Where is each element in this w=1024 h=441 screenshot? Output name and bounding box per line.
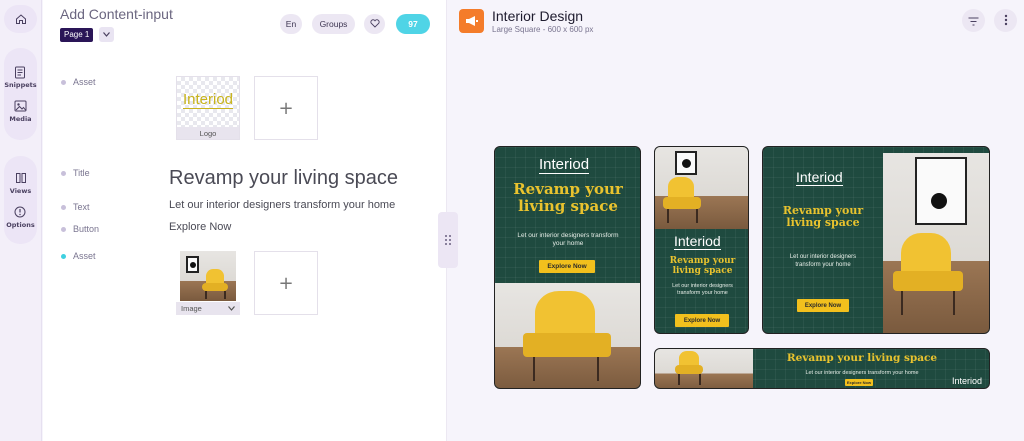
ad-cta-button: Explore Now xyxy=(797,299,849,312)
left-rail: Snippets Media Views Options xyxy=(0,0,42,441)
add-image-button[interactable]: + xyxy=(254,251,318,315)
media-icon xyxy=(14,99,28,113)
language-button[interactable]: En xyxy=(280,14,302,34)
field-title[interactable]: Title xyxy=(61,168,90,178)
image-thumbnail[interactable]: Image xyxy=(176,251,240,315)
title-value[interactable]: Revamp your living space xyxy=(169,167,398,190)
field-label: Button xyxy=(73,224,100,234)
chevron-down-icon xyxy=(228,304,235,313)
text-value[interactable]: Let our interior designers transform you… xyxy=(169,199,395,211)
ad-headline: Revamp your living space xyxy=(786,352,938,364)
filter-button[interactable] xyxy=(962,9,985,32)
logo-caption: Logo xyxy=(177,127,239,139)
chair-illustration xyxy=(523,291,613,387)
chevron-down-icon xyxy=(103,30,110,39)
home-button[interactable] xyxy=(4,5,37,33)
field-label: Title xyxy=(73,168,90,178)
ad-headline: Revamp your living space xyxy=(782,204,864,230)
favorite-button[interactable] xyxy=(364,14,385,34)
campaign-icon xyxy=(459,9,484,33)
views-label: Views xyxy=(9,187,32,195)
chair-illustration xyxy=(202,269,230,299)
ad-preview-banner[interactable]: Revamp your living space Let our interio… xyxy=(654,348,990,389)
add-asset-button[interactable]: + xyxy=(254,76,318,140)
ad-photo xyxy=(655,147,748,229)
rail-group-layout: Views Options xyxy=(4,156,37,244)
ad-logo: Interiod xyxy=(674,233,721,250)
count-badge[interactable]: 97 xyxy=(396,14,430,34)
snippets-button[interactable]: Snippets xyxy=(4,65,37,89)
panel-resize-handle[interactable] xyxy=(438,212,458,268)
field-label: Asset xyxy=(73,251,96,261)
page-selector[interactable]: Page 1 xyxy=(60,28,94,42)
snippets-label: Snippets xyxy=(4,81,37,89)
options-button[interactable]: Options xyxy=(6,205,35,229)
preview-title: Interior Design xyxy=(492,8,584,24)
logo-thumbnail[interactable]: Interiod Logo xyxy=(176,76,240,140)
field-dot-active xyxy=(61,253,66,259)
preview-size-label: Large Square - 600 x 600 px xyxy=(492,25,594,34)
ad-cta-button: Explore Now xyxy=(539,260,595,273)
ad-body-text: Let our interior designers transform you… xyxy=(517,232,619,248)
views-icon xyxy=(14,171,28,185)
content-editor-panel: Add Content-input Page 1 En Groups 97 As… xyxy=(43,0,447,441)
ad-logo: Interiod xyxy=(539,156,590,174)
button-value[interactable]: Explore Now xyxy=(169,221,231,233)
field-asset-image[interactable]: Asset xyxy=(61,251,96,261)
ad-logo: Interiod xyxy=(952,376,983,386)
views-button[interactable]: Views xyxy=(10,171,31,195)
ad-body-text: Let our interior designers transform you… xyxy=(672,283,733,296)
field-dot xyxy=(61,226,66,232)
image-caption: Image xyxy=(181,304,202,313)
ad-body-text: Let our interior designers transform you… xyxy=(789,254,857,268)
field-asset-logo[interactable]: Asset xyxy=(61,77,96,87)
logo-thumb-text: Interiod xyxy=(182,91,234,109)
chair-illustration xyxy=(663,177,703,225)
media-label: Media xyxy=(9,115,32,123)
ad-cta-button: Explore Now xyxy=(845,379,873,386)
chair-illustration xyxy=(675,351,705,387)
drag-handle-icon xyxy=(444,231,452,250)
more-options-button[interactable] xyxy=(994,9,1017,32)
ad-preview-vertical[interactable]: Interiod Revamp your living space Let ou… xyxy=(654,146,749,334)
filter-icon xyxy=(968,11,979,30)
image-photo xyxy=(180,251,236,301)
field-dot xyxy=(61,204,66,210)
ad-body-text: Let our interior designers transform you… xyxy=(805,370,919,376)
field-text[interactable]: Text xyxy=(61,202,90,212)
home-icon xyxy=(14,12,28,26)
ad-headline: Revamp your living space xyxy=(669,256,736,276)
field-dot xyxy=(61,170,66,176)
field-button[interactable]: Button xyxy=(61,224,99,234)
wall-frame xyxy=(675,151,697,175)
chair-illustration xyxy=(893,233,965,319)
wall-frame xyxy=(915,157,967,225)
ad-logo: Interiod xyxy=(796,169,843,186)
options-label: Options xyxy=(6,221,35,229)
groups-button[interactable]: Groups xyxy=(312,14,355,34)
heart-icon xyxy=(369,18,380,30)
ad-photo xyxy=(655,349,753,388)
more-vertical-icon xyxy=(1004,11,1008,30)
panel-title: Add Content-input xyxy=(60,6,173,22)
ad-photo xyxy=(883,153,989,333)
field-dot xyxy=(61,79,66,85)
image-caption-bar[interactable]: Image xyxy=(176,302,240,315)
snippets-icon xyxy=(13,65,27,79)
wall-frame xyxy=(186,256,199,273)
ad-photo xyxy=(495,283,640,388)
field-label: Asset xyxy=(73,77,96,87)
page-dropdown-button[interactable] xyxy=(99,27,114,42)
ad-cta-button: Explore Now xyxy=(675,314,729,327)
ad-preview-portrait[interactable]: Interiod Revamp your living space Let ou… xyxy=(494,146,641,389)
media-button[interactable]: Media xyxy=(9,99,32,123)
options-icon xyxy=(13,205,27,219)
ad-preview-landscape[interactable]: Interiod Revamp your living space Let ou… xyxy=(762,146,990,334)
rail-group-content: Snippets Media xyxy=(4,48,37,140)
field-label: Text xyxy=(73,202,90,212)
ad-headline: Revamp your living space xyxy=(513,180,623,215)
